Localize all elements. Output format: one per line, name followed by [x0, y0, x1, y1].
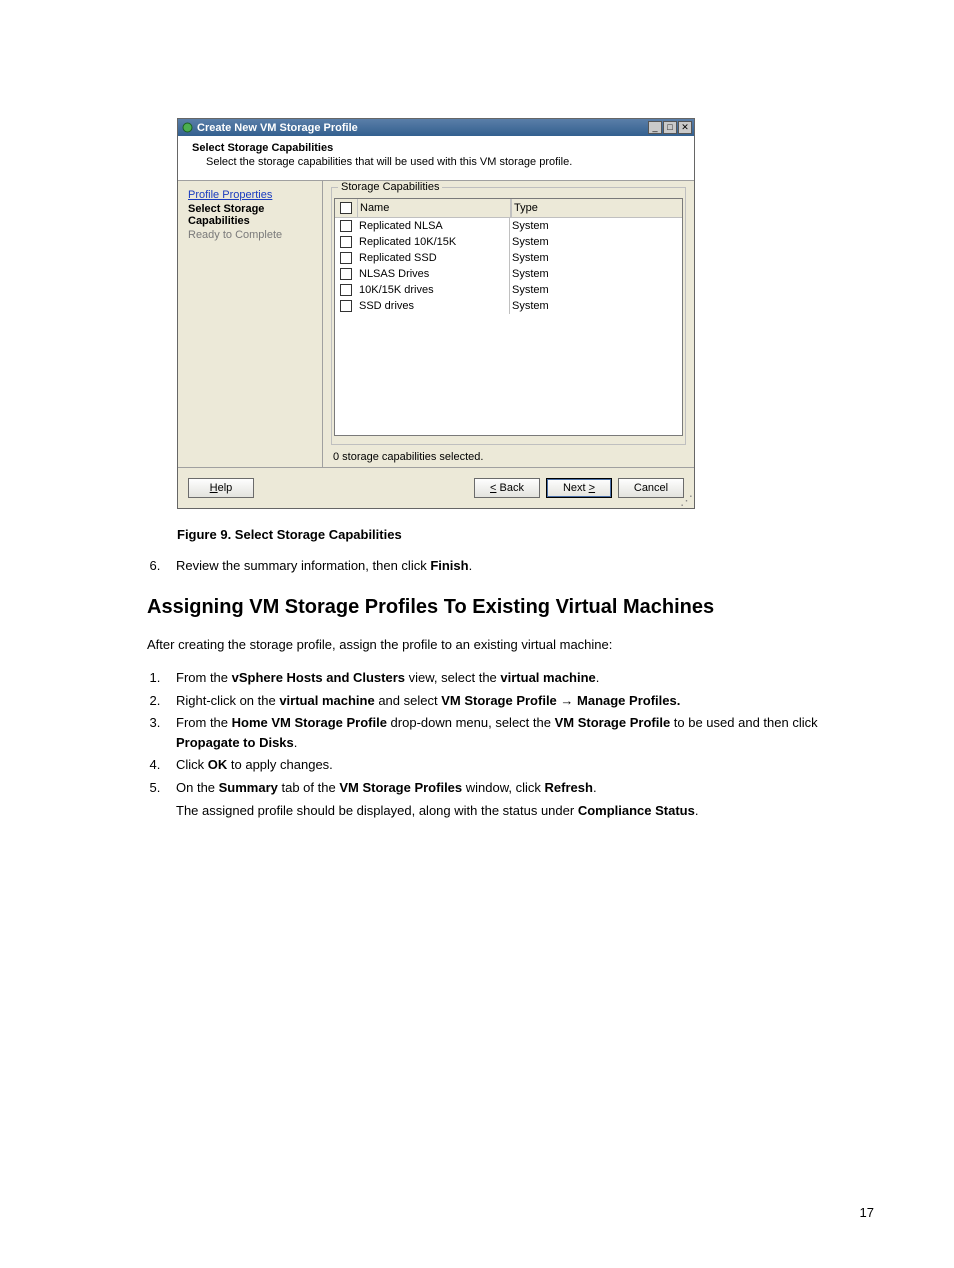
dialog-title: Create New VM Storage Profile	[197, 122, 648, 134]
table-row[interactable]: Replicated SSDSystem	[335, 250, 682, 266]
back-button[interactable]: < Back	[474, 478, 540, 498]
row-type: System	[509, 218, 682, 234]
maximize-button[interactable]: □	[663, 121, 677, 134]
dialog-create-new-vm-storage-profile: Create New VM Storage Profile _ □ ✕ Sele…	[177, 118, 695, 509]
row-name: Replicated SSD	[357, 250, 509, 266]
dialog-header: Select Storage Capabilities Select the s…	[178, 136, 694, 181]
intro-paragraph: After creating the storage profile, assi…	[147, 635, 874, 655]
close-button[interactable]: ✕	[678, 121, 692, 134]
table-row[interactable]: Replicated NLSASystem	[335, 218, 682, 234]
row-checkbox[interactable]	[340, 252, 352, 264]
page-number: 17	[860, 1205, 874, 1220]
col-header-type[interactable]: Type	[511, 199, 682, 217]
row-type: System	[509, 298, 682, 314]
capabilities-header: Name Type	[335, 199, 682, 218]
minimize-button[interactable]: _	[648, 121, 662, 134]
row-checkbox[interactable]	[340, 268, 352, 280]
step-item: Click OK to apply changes.	[164, 755, 874, 775]
row-checkbox[interactable]	[340, 236, 352, 248]
step-item: On the Summary tab of the VM Storage Pro…	[164, 778, 874, 821]
next-button[interactable]: Next >	[546, 478, 612, 498]
col-header-name[interactable]: Name	[358, 199, 511, 217]
table-row[interactable]: 10K/15K drivesSystem	[335, 282, 682, 298]
header-subtitle: Select the storage capabilities that wil…	[206, 156, 684, 168]
step-item: From the Home VM Storage Profile drop-do…	[164, 713, 874, 752]
step-item: Right-click on the virtual machine and s…	[164, 691, 874, 711]
row-type: System	[509, 234, 682, 250]
table-row[interactable]: NLSAS DrivesSystem	[335, 266, 682, 282]
table-row[interactable]: Replicated 10K/15KSystem	[335, 234, 682, 250]
row-name: SSD drives	[357, 298, 509, 314]
step-list-assigning: From the vSphere Hosts and Clusters view…	[147, 668, 874, 821]
row-name: NLSAS Drives	[357, 266, 509, 282]
row-name: Replicated NLSA	[357, 218, 509, 234]
table-row[interactable]: SSD drivesSystem	[335, 298, 682, 314]
row-name: 10K/15K drives	[357, 282, 509, 298]
capabilities-list[interactable]: Name Type Replicated NLSASystemReplicate…	[334, 198, 683, 436]
select-all-checkbox[interactable]	[340, 202, 352, 214]
nav-ready-to-complete: Ready to Complete	[188, 229, 314, 241]
row-name: Replicated 10K/15K	[357, 234, 509, 250]
step-item: Review the summary information, then cli…	[164, 556, 874, 576]
row-checkbox[interactable]	[340, 300, 352, 312]
row-checkbox[interactable]	[340, 284, 352, 296]
section-heading-assigning: Assigning VM Storage Profiles To Existin…	[147, 596, 874, 619]
row-type: System	[509, 266, 682, 282]
cancel-button[interactable]: Cancel	[618, 478, 684, 498]
wizard-main: Storage Capabilities Name Type Replicate…	[323, 181, 694, 467]
storage-capabilities-groupbox: Storage Capabilities Name Type Replicate…	[331, 187, 686, 445]
wizard-nav: Profile Properties Select Storage Capabi…	[178, 181, 323, 467]
header-title: Select Storage Capabilities	[192, 142, 684, 154]
step-list-continued: Review the summary information, then cli…	[147, 556, 874, 576]
selection-status: 0 storage capabilities selected.	[331, 451, 686, 463]
step-item: From the vSphere Hosts and Clusters view…	[164, 668, 874, 688]
row-type: System	[509, 282, 682, 298]
row-type: System	[509, 250, 682, 266]
app-icon	[181, 122, 193, 134]
figure-caption: Figure 9. Select Storage Capabilities	[177, 527, 874, 542]
help-button[interactable]: Help	[188, 478, 254, 498]
nav-profile-properties[interactable]: Profile Properties	[188, 189, 314, 201]
nav-select-storage-capabilities: Select Storage Capabilities	[188, 203, 314, 227]
dialog-footer: Help < Back Next > Cancel ⋰	[178, 467, 694, 508]
groupbox-legend: Storage Capabilities	[338, 181, 442, 193]
row-checkbox[interactable]	[340, 220, 352, 232]
dialog-titlebar: Create New VM Storage Profile _ □ ✕	[178, 119, 694, 136]
